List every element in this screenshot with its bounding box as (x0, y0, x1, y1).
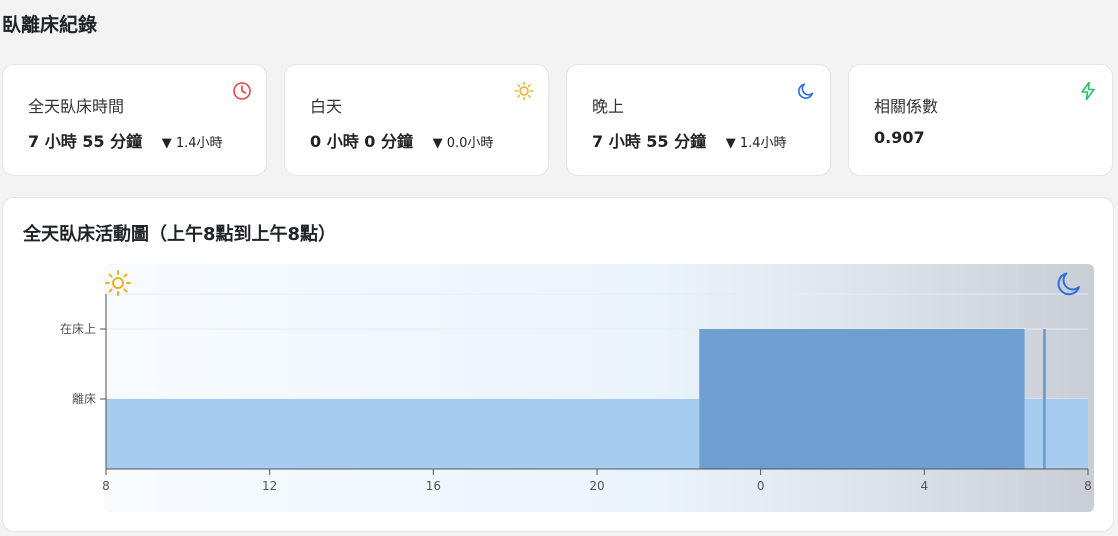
activity-bar-segment (1024, 399, 1043, 469)
y-tick-label: 在床上 (60, 322, 96, 336)
stat-value-text: 0 小時 0 分鐘 (310, 132, 413, 151)
stat-card-daytime: 白天 0 小時 0 分鐘 ▼ 0.0小時 (284, 64, 549, 176)
bolt-icon (1081, 81, 1095, 101)
y-tick-label: 離床 (72, 392, 96, 406)
stat-change: ▼ 0.0小時 (432, 136, 494, 151)
stat-label: 白天 (310, 97, 343, 116)
page-title: 臥離床紀錄 (2, 14, 98, 36)
stat-value: 0 小時 0 分鐘 ▼ 0.0小時 (310, 128, 493, 152)
sun-icon (514, 81, 534, 101)
stat-value-text: 7 小時 55 分鐘 (592, 132, 707, 151)
x-tick-label: 20 (589, 479, 604, 493)
bed-activity-chart-card: 全天臥床活動圖（上午8點到上午8點） 離床 在床上 8 12 16 20 0 4 8 (2, 197, 1114, 532)
stat-card-correlation: 相關係數 0.907 (848, 64, 1113, 176)
x-tick-label: 8 (1084, 479, 1092, 493)
stat-label: 相關係數 (874, 97, 939, 116)
x-tick-label: 4 (921, 479, 929, 493)
stat-label: 晚上 (592, 97, 625, 116)
x-tick-label: 16 (426, 479, 441, 493)
stat-label: 全天臥床時間 (28, 97, 125, 116)
clock-icon (233, 82, 251, 100)
activity-bar-segment (1042, 329, 1046, 469)
x-tick-label: 8 (102, 479, 110, 493)
bed-activity-chart: 離床 在床上 8 12 16 20 0 4 8 (60, 264, 1094, 512)
stat-change: ▼ 1.4小時 (161, 136, 223, 151)
activity-bar-segment (699, 329, 1025, 469)
stat-value-text: 0.907 (874, 128, 925, 147)
x-tick-label: 12 (262, 479, 277, 493)
stat-card-night: 晚上 7 小時 55 分鐘 ▼ 1.4小時 (566, 64, 831, 176)
stat-value: 0.907 (874, 128, 925, 147)
activity-bar-segment (106, 399, 700, 469)
stat-change: ▼ 1.4小時 (725, 136, 787, 151)
stat-value: 7 小時 55 分鐘 ▼ 1.4小時 (28, 128, 223, 152)
stat-value-text: 7 小時 55 分鐘 (28, 132, 143, 151)
stat-value: 7 小時 55 分鐘 ▼ 1.4小時 (592, 128, 787, 152)
x-tick-label: 0 (757, 479, 765, 493)
activity-bar-segment (1045, 399, 1088, 469)
moon-icon (798, 83, 814, 99)
stat-card-total-bed-time: 全天臥床時間 7 小時 55 分鐘 ▼ 1.4小時 (2, 64, 267, 176)
